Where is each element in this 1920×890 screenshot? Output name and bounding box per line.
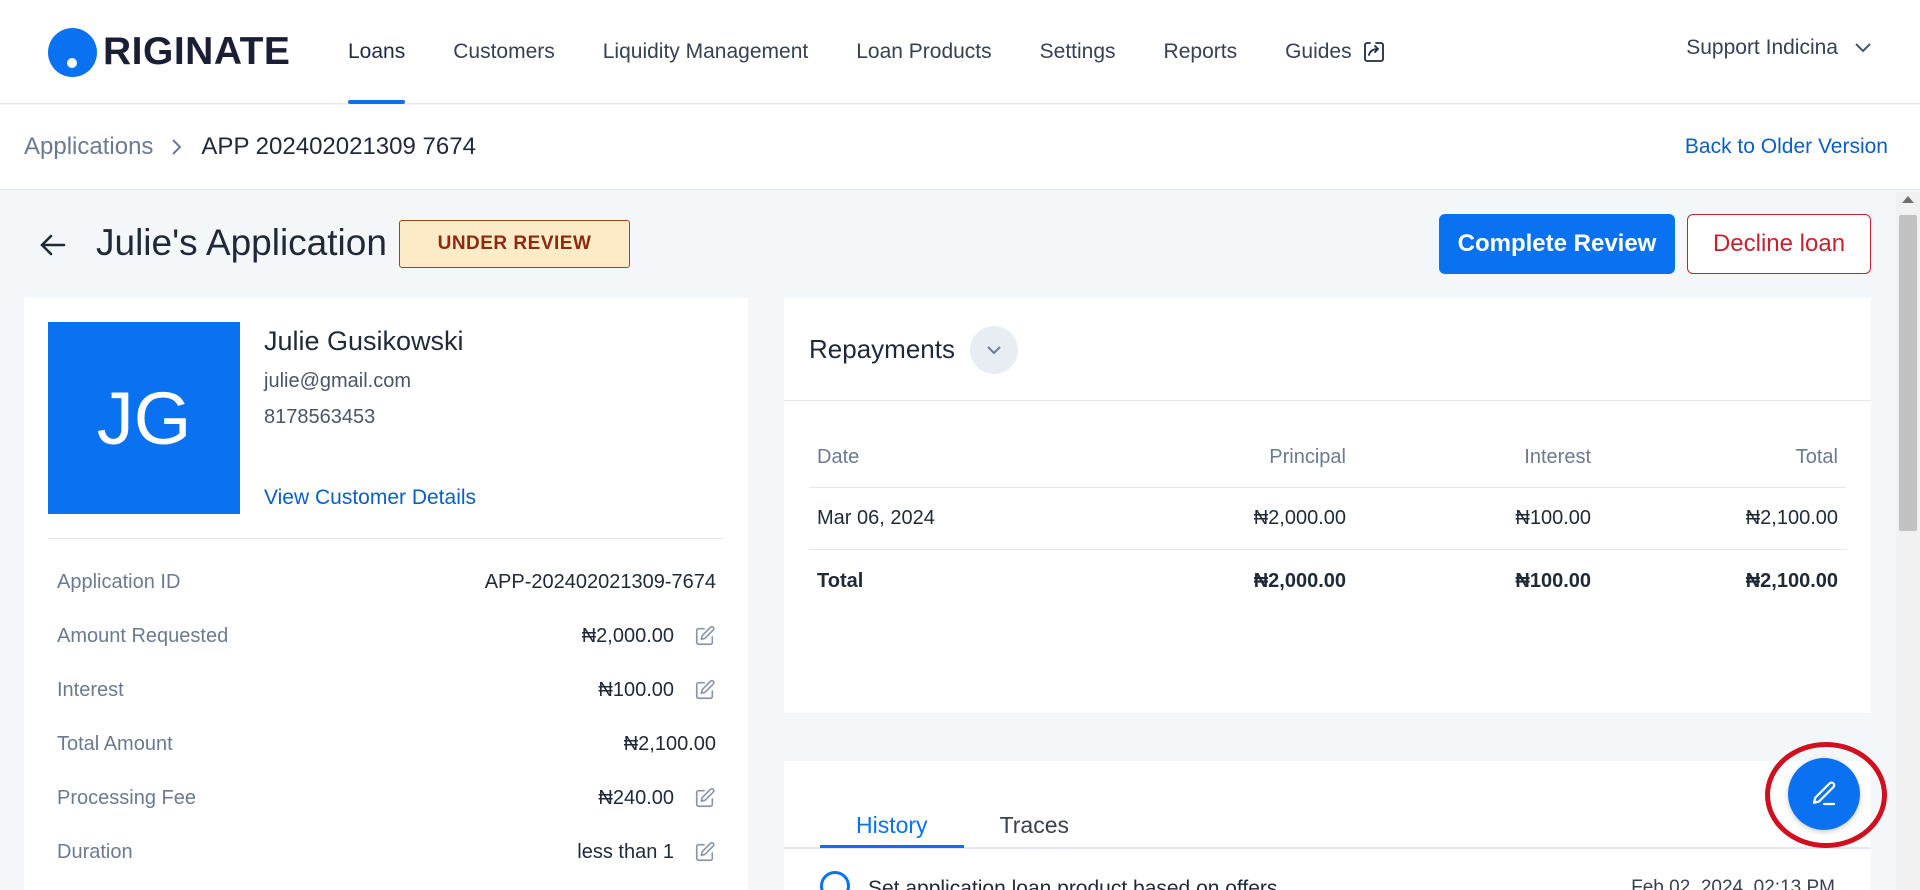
column-header-date: Date [817,446,860,468]
user-menu[interactable]: Support Indicina [1686,36,1872,60]
main-nav: Loans Customers Liquidity Management Loa… [348,0,1434,104]
pencil-icon [1812,781,1836,806]
divider [784,400,1871,401]
chevron-down-icon [987,346,1001,355]
detail-row-total-amount: Total Amount ₦2,100.00 [57,729,716,759]
customer-phone: 8178563453 [264,406,376,428]
chevron-down-icon [1855,43,1871,53]
column-header-interest: Interest [1524,446,1591,468]
detail-label: Total Amount [57,732,173,755]
cell-total-interest: ₦100.00 [1515,569,1591,592]
nav-label: Liquidity Management [602,40,809,63]
nav-item-loan-products[interactable]: Loan Products [856,0,991,104]
detail-value: less than 1 [577,840,674,863]
scroll-up-arrow-icon[interactable] [1902,196,1914,203]
nav-item-loans[interactable]: Loans [348,0,406,104]
brand-logo[interactable]: RIGINATE [48,27,291,77]
table-row: Mar 06, 2024 ₦2,000.00 ₦100.00 ₦2,100.00 [809,488,1846,550]
active-tab-indicator [820,845,964,848]
detail-value: APP-202402021309-7674 [484,570,716,593]
cell-interest: ₦100.00 [1515,507,1591,529]
table-total-row: Total ₦2,000.00 ₦100.00 ₦2,100.00 [809,550,1846,612]
nav-item-guides[interactable]: Guides [1285,0,1386,104]
logo-mark [48,27,97,77]
detail-row-amount-requested: Amount Requested ₦2,000.00 [57,621,716,651]
application-details-card: JG Julie Gusikowski julie@gmail.com 8178… [24,298,748,890]
breadcrumb: Applications APP 202402021309 7674 [24,133,476,161]
cell-total: ₦2,100.00 [1745,507,1838,529]
detail-label: Processing Fee [57,786,196,809]
detail-value: ₦240.00 [598,786,674,809]
nav-item-reports[interactable]: Reports [1164,0,1238,104]
nav-label: Reports [1163,40,1238,63]
detail-row-duration: Duration less than 1 [57,837,716,867]
chevron-right-icon [172,139,182,155]
history-entry-text: Set application loan product based on of… [868,877,1278,890]
cell-total-principal: ₦2,000.00 [1253,569,1346,592]
repayments-collapse-toggle[interactable] [970,326,1018,374]
breadcrumb-current: APP 202402021309 7674 [201,133,476,160]
nav-item-liquidity-management[interactable]: Liquidity Management [603,0,808,104]
detail-value: ₦2,100.00 [623,732,716,755]
detail-row-processing-fee: Processing Fee ₦240.00 [57,783,716,813]
cell-date: Mar 06, 2024 [817,507,935,529]
customer-email: julie@gmail.com [264,370,412,392]
detail-label: Duration [57,840,133,863]
nav-item-customers[interactable]: Customers [453,0,555,104]
back-arrow-icon[interactable] [38,230,68,260]
decline-loan-button[interactable]: Decline loan [1687,214,1871,274]
detail-row-interest: Interest ₦100.00 [57,675,716,705]
user-name: Support Indicina [1686,36,1838,59]
external-link-icon [1363,42,1384,62]
complete-review-button[interactable]: Complete Review [1439,214,1675,274]
tab-history[interactable]: History [820,801,964,849]
view-customer-details-link[interactable]: View Customer Details [264,486,476,510]
edit-icon[interactable] [694,841,716,863]
back-to-older-version-link[interactable]: Back to Older Version [1685,135,1888,159]
top-navbar: RIGINATE Loans Customers Liquidity Manag… [0,0,1920,104]
detail-value: ₦100.00 [598,678,674,701]
nav-label: Loan Products [856,40,992,63]
breadcrumb-bar: Applications APP 202402021309 7674 Back … [0,105,1920,190]
cell-total-total: ₦2,100.00 [1745,569,1838,592]
column-header-principal: Principal [1269,446,1346,468]
detail-label: Interest [57,678,124,701]
logo-text: RIGINATE [103,30,291,73]
repayments-card: Repayments Date Principal Interest Total… [784,298,1871,713]
cell-total-label: Total [817,569,864,592]
detail-label: Amount Requested [57,624,229,647]
scrollbar-thumb[interactable] [1899,215,1917,531]
customer-name: Julie Gusikowski [264,326,464,356]
avatar: JG [48,322,240,514]
status-badge: UNDER REVIEW [399,220,630,268]
edit-icon[interactable] [694,625,716,647]
edit-icon[interactable] [694,679,716,701]
nav-label: Settings [1039,40,1116,63]
page-title: Julie's Application [96,222,387,263]
column-header-total: Total [1795,446,1838,468]
repayments-table: Date Principal Interest Total Mar 06, 20… [809,428,1846,612]
tab-traces[interactable]: Traces [964,801,1105,849]
breadcrumb-applications[interactable]: Applications [24,133,153,161]
nav-label: Customers [453,40,555,63]
detail-value: ₦2,000.00 [581,624,674,647]
table-header-row: Date Principal Interest Total [809,428,1846,488]
history-tabs: History Traces [820,801,1105,849]
detail-row-application-id: Application ID APP-202402021309-7674 [57,567,716,597]
floating-edit-button[interactable] [1788,758,1860,830]
history-entry-date: Feb 02, 2024, 02:13 PM [1631,877,1835,890]
nav-label: Guides [1285,40,1352,63]
nav-item-settings[interactable]: Settings [1040,0,1116,104]
cell-principal: ₦2,000.00 [1253,507,1346,529]
repayments-title: Repayments [809,334,955,364]
edit-icon[interactable] [694,787,716,809]
detail-label: Application ID [57,570,181,593]
divider [48,538,724,539]
timeline-dot [820,871,850,890]
nav-label: Loans [348,40,406,63]
history-card: History Traces Set application loan prod… [784,761,1871,890]
